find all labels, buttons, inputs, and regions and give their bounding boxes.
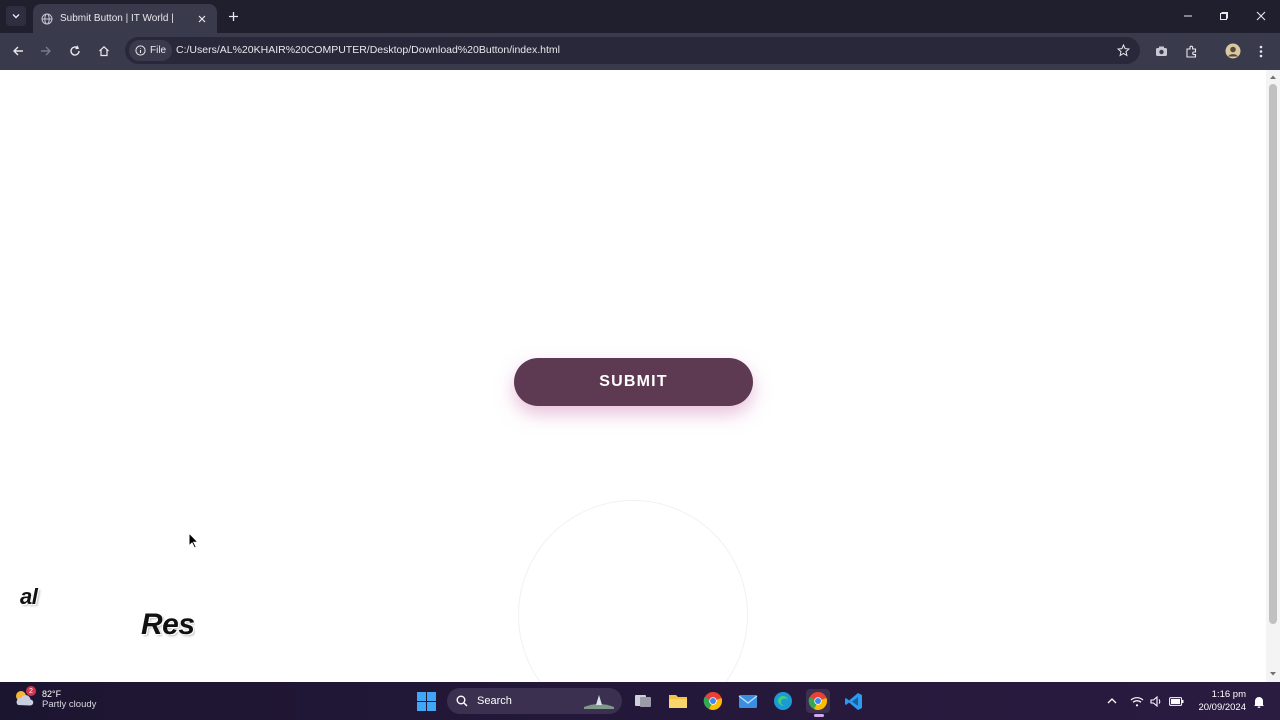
page-viewport: SUBMIT al Res [0,70,1280,682]
text-fragment-right: Res [141,608,195,641]
wifi-button[interactable] [1129,693,1145,709]
site-info-chip[interactable]: File [129,40,173,61]
vscode-icon [844,692,862,710]
system-clock[interactable]: 1:16 pm 20/09/2024 [1190,688,1246,714]
reload-button[interactable] [65,41,85,61]
camera-icon [1155,46,1167,56]
search-icon [456,695,468,707]
arrow-left-icon [13,46,23,56]
profile-button[interactable] [1223,41,1243,61]
browser-toolbar: File C:/Users/AL%20KHAIR%20COMPUTER/Desk… [0,33,1280,70]
taskbar-search-label: Search [477,695,512,707]
submit-button[interactable]: SUBMIT [514,358,753,406]
show-hidden-icons-button[interactable] [1104,693,1120,709]
star-icon [1116,43,1130,57]
mouse-cursor-icon [188,532,199,549]
start-button[interactable] [414,689,438,713]
extensions-button[interactable] [1181,41,1201,61]
file-chip-label: File [150,45,167,56]
menu-button[interactable] [1251,41,1271,61]
clock-date: 20/09/2024 [1198,702,1246,713]
reload-icon [70,45,80,56]
home-button[interactable] [94,41,114,61]
forward-button[interactable] [36,41,56,61]
close-icon [198,15,206,22]
weather-badge: 2 [26,686,36,696]
clock-time: 1:16 pm [1211,689,1246,700]
active-app-indicator [814,714,824,717]
wifi-icon [1130,696,1144,706]
scrollbar-thumb[interactable] [1269,84,1277,624]
minimize-icon [1184,15,1192,17]
mail-button[interactable] [736,689,760,713]
chrome-icon [808,692,827,710]
weather-condition: Partly cloudy [42,698,97,710]
vertical-scrollbar[interactable] [1266,70,1280,682]
chrome-icon [703,692,722,710]
tab-strip: Submit Button | IT World | [0,0,1280,33]
notifications-button[interactable] [1251,693,1267,709]
folder-icon [669,695,687,708]
bookmark-button[interactable] [1116,43,1130,57]
edge-button[interactable] [771,689,795,713]
scroll-up-arrow-icon[interactable] [1269,73,1277,81]
decorative-circle [518,500,748,682]
tab-title: Submit Button | IT World | [60,13,174,24]
battery-icon [1168,696,1183,706]
file-explorer-button[interactable] [666,689,690,713]
volume-icon [1149,695,1160,707]
screenshot-button[interactable] [1151,41,1171,61]
edge-icon [774,692,792,710]
weather-temperature: 82°F [42,688,62,699]
url-text[interactable]: C:/Users/AL%20KHAIR%20COMPUTER/Desktop/D… [176,44,560,56]
new-tab-button[interactable] [224,7,242,25]
address-bar[interactable]: File C:/Users/AL%20KHAIR%20COMPUTER/Desk… [125,37,1140,64]
notification-icon [1254,696,1264,708]
restore-button[interactable] [1214,6,1234,26]
globe-icon [41,13,53,25]
tab-close-button[interactable] [195,12,209,26]
task-view-icon [635,695,651,707]
search-highlight-icon [584,695,614,709]
more-vertical-icon [1259,45,1263,57]
battery-button[interactable] [1168,693,1184,709]
chrome-active-button[interactable] [806,689,830,713]
text-fragment-left: al [20,584,38,609]
volume-button[interactable] [1148,693,1164,709]
home-icon [99,45,109,57]
close-icon [1256,11,1266,21]
info-icon [135,45,146,56]
puzzle-icon [1185,45,1196,58]
chevron-up-icon [1107,698,1117,704]
restore-icon [1220,12,1228,20]
tab-active[interactable]: Submit Button | IT World | [33,4,217,33]
taskbar-search[interactable]: Search [447,688,622,714]
plus-icon [228,11,238,21]
taskbar: 2 82°F Partly cloudy Search 1:16 pm 20/0… [0,682,1280,720]
mail-icon [738,695,758,708]
windows-icon [416,691,436,711]
vscode-button[interactable] [841,689,865,713]
tab-search-button[interactable] [6,6,26,26]
scroll-down-arrow-icon[interactable] [1269,670,1277,678]
chevron-down-icon [12,14,20,19]
chrome-button[interactable] [701,689,725,713]
weather-widget[interactable]: 2 82°F Partly cloudy [12,686,97,711]
avatar-icon [1225,43,1241,59]
arrow-right-icon [41,46,51,56]
back-button[interactable] [8,41,28,61]
task-view-button[interactable] [631,689,655,713]
minimize-button[interactable] [1178,6,1198,26]
close-window-button[interactable] [1251,6,1271,26]
